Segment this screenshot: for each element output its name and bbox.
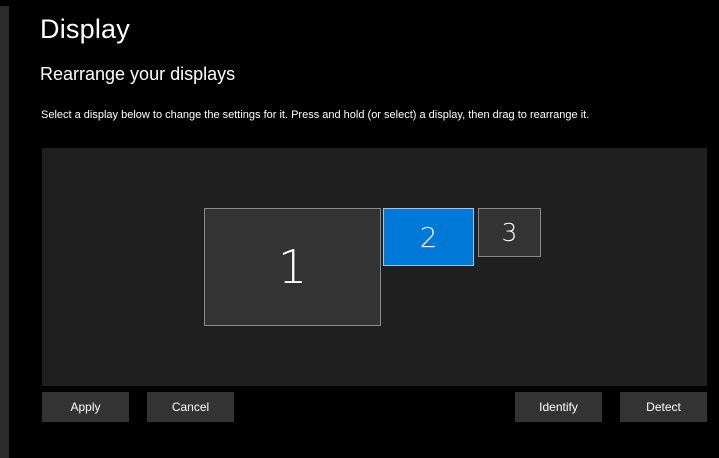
display-1-tile[interactable]: 1 bbox=[204, 208, 381, 326]
display-1-number: 1 bbox=[277, 240, 308, 294]
window-left-border bbox=[0, 0, 9, 458]
window-top-border bbox=[0, 0, 719, 6]
cancel-button[interactable]: Cancel bbox=[147, 392, 234, 422]
display-arrangement-canvas[interactable]: 1 2 3 bbox=[42, 148, 707, 386]
display-3-number: 3 bbox=[501, 218, 518, 247]
display-2-tile-selected[interactable]: 2 bbox=[383, 208, 474, 266]
apply-button[interactable]: Apply bbox=[42, 392, 129, 422]
identify-button[interactable]: Identify bbox=[515, 392, 602, 422]
detect-button[interactable]: Detect bbox=[620, 392, 707, 422]
section-heading: Rearrange your displays bbox=[40, 64, 236, 84]
display-3-tile[interactable]: 3 bbox=[478, 208, 541, 257]
display-settings-window: Display Rearrange your displays Select a… bbox=[0, 0, 719, 458]
display-2-number: 2 bbox=[419, 220, 438, 254]
page-title: Display bbox=[40, 14, 130, 44]
instruction-text: Select a display below to change the set… bbox=[41, 109, 590, 121]
